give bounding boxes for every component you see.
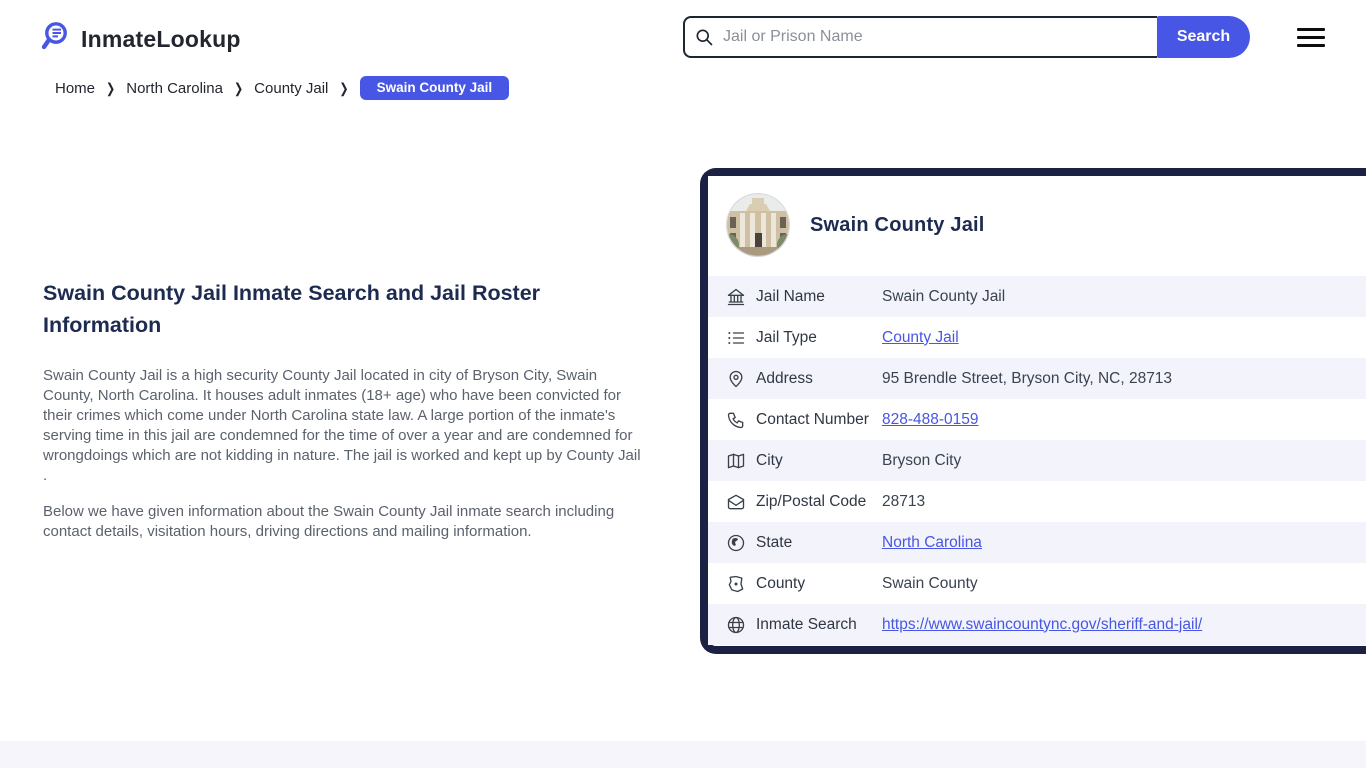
info-row-contact-number: Contact Number 828-488-0159 xyxy=(708,399,1366,440)
article: Swain County Jail Inmate Search and Jail… xyxy=(43,277,643,558)
info-row-zip: Zip/Postal Code 28713 xyxy=(708,481,1366,522)
footer-band xyxy=(0,741,1366,768)
card-header: Swain County Jail xyxy=(708,176,1366,276)
info-row-inmate-search: Inmate Search https://www.swaincountync.… xyxy=(708,604,1366,645)
jail-type-link[interactable]: County Jail xyxy=(882,329,959,346)
chevron-right-icon: ❯ xyxy=(339,81,349,97)
map-pin-icon xyxy=(726,369,746,389)
article-paragraph-2: Below we have given information about th… xyxy=(43,503,615,540)
jail-info-card: Swain County Jail Jail Name Swain County… xyxy=(700,168,1366,654)
breadcrumb-jail-type[interactable]: County Jail xyxy=(254,80,328,97)
breadcrumb-current-badge: Swain County Jail xyxy=(359,76,510,100)
jail-info-table: Jail Name Swain County Jail Jail Type Co… xyxy=(708,276,1366,645)
brand-logo[interactable]: InmateLookup xyxy=(38,20,241,59)
brand-name: InmateLookup xyxy=(81,26,241,52)
state-link[interactable]: North Carolina xyxy=(882,534,982,551)
globe-icon xyxy=(726,615,746,635)
bank-icon xyxy=(726,287,746,307)
magnifier-document-icon xyxy=(38,20,72,59)
map-icon xyxy=(726,451,746,471)
search-input[interactable] xyxy=(683,16,1157,58)
county-outline-icon xyxy=(726,574,746,594)
chevron-right-icon: ❯ xyxy=(233,81,244,97)
info-row-city: City Bryson City xyxy=(708,440,1366,481)
card-title: Swain County Jail xyxy=(810,214,985,236)
info-row-state: State North Carolina xyxy=(708,522,1366,563)
info-row-address: Address 95 Brendle Street, Bryson City, … xyxy=(708,358,1366,399)
breadcrumb: Home ❯ North Carolina ❯ County Jail ❯ Sw… xyxy=(55,76,510,100)
globe-americas-icon xyxy=(726,533,746,553)
chevron-right-icon: ❯ xyxy=(106,81,116,97)
breadcrumb-state[interactable]: North Carolina xyxy=(126,80,223,97)
header: InmateLookup Search xyxy=(0,0,1366,70)
search-bar: Search xyxy=(683,16,1250,58)
info-row-jail-type: Jail Type County Jail xyxy=(708,317,1366,358)
contact-number-link[interactable]: 828-488-0159 xyxy=(882,411,979,428)
phone-icon xyxy=(726,410,746,430)
info-row-jail-name: Jail Name Swain County Jail xyxy=(708,276,1366,317)
breadcrumb-home[interactable]: Home xyxy=(55,80,95,97)
article-paragraph-1: Swain County Jail is a high security Cou… xyxy=(43,367,641,484)
inmate-search-link[interactable]: https://www.swaincountync.gov/sheriff-an… xyxy=(882,616,1202,633)
page-title: Swain County Jail Inmate Search and Jail… xyxy=(43,281,541,337)
search-icon xyxy=(694,27,714,47)
info-row-county: County Swain County xyxy=(708,563,1366,604)
search-button[interactable]: Search xyxy=(1157,16,1250,58)
jail-photo xyxy=(726,193,790,257)
menu-icon[interactable] xyxy=(1297,28,1325,47)
list-icon xyxy=(726,328,746,348)
envelope-icon xyxy=(726,492,746,512)
